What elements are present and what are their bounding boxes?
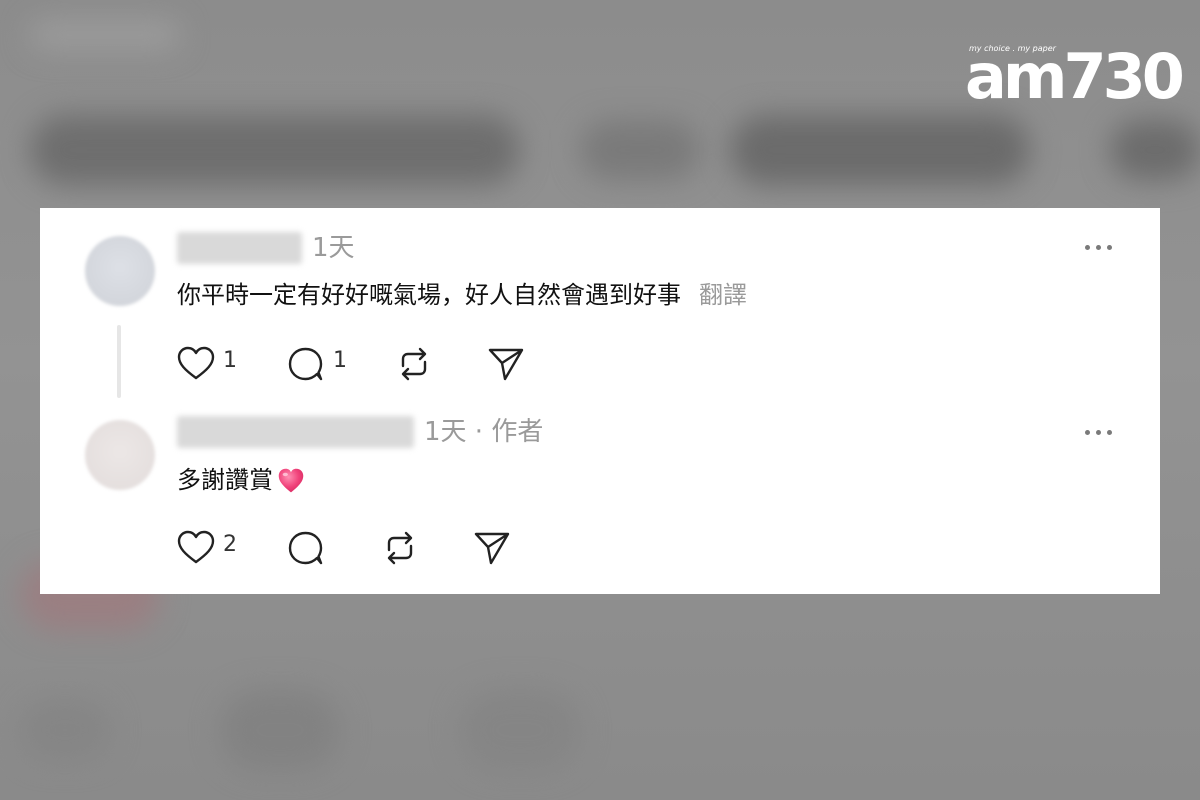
blurred-shape — [220, 690, 340, 770]
translate-link[interactable]: 翻譯 — [699, 281, 747, 309]
comment-text: 你平時一定有好好嘅氣場，好人自然會遇到好事 翻譯 — [177, 278, 747, 312]
share-icon — [488, 348, 524, 381]
blurred-shape — [460, 690, 580, 770]
comment-thread-card: 1天 你平時一定有好好嘅氣場，好人自然會遇到好事 翻譯 1 1 1天 · 作者 … — [40, 208, 1160, 594]
thread-line — [117, 325, 121, 398]
am730-logo: am730 my choice . my paper — [965, 40, 1185, 112]
share-button[interactable] — [473, 528, 513, 568]
dot-icon — [1107, 245, 1112, 250]
reply-button[interactable] — [287, 528, 327, 568]
pink-heart-emoji — [278, 468, 304, 493]
like-count: 1 — [223, 348, 237, 373]
blurred-shape — [1110, 120, 1200, 180]
blurred-shape — [580, 120, 700, 180]
comment-text: 多謝讚賞 — [177, 463, 305, 497]
comment-time: 1天 — [312, 233, 355, 263]
share-icon — [474, 532, 510, 565]
dot-icon — [1096, 245, 1101, 250]
comment-body: 你平時一定有好好嘅氣場，好人自然會遇到好事 — [177, 281, 681, 309]
reply-count: 1 — [333, 348, 347, 373]
dot-icon — [1085, 245, 1090, 250]
comment-body: 多謝讚賞 — [177, 466, 273, 494]
avatar[interactable] — [85, 236, 155, 306]
logo-tagline: my choice . my paper — [969, 44, 1056, 53]
username-blurred — [177, 232, 302, 264]
username-blurred — [177, 416, 414, 448]
like-count: 2 — [223, 532, 237, 557]
repost-button[interactable] — [395, 344, 435, 384]
comment-icon — [288, 347, 323, 381]
heart-icon — [177, 530, 215, 564]
like-button[interactable]: 2 — [177, 528, 257, 568]
blurred-shape — [730, 115, 1030, 185]
blurred-shape — [30, 115, 520, 185]
repost-icon — [401, 347, 427, 381]
repost-icon — [387, 531, 413, 565]
comment-icon — [288, 531, 323, 565]
more-options-button[interactable] — [1085, 430, 1113, 438]
reply-button[interactable]: 1 — [287, 344, 367, 384]
heart-icon — [177, 346, 215, 380]
like-button[interactable]: 1 — [177, 344, 257, 384]
share-button[interactable] — [487, 344, 527, 384]
avatar[interactable] — [85, 420, 155, 490]
dot-icon — [1107, 430, 1112, 435]
dot-icon — [1096, 430, 1101, 435]
blurred-shape — [30, 20, 180, 50]
comment-time-author: 1天 · 作者 — [424, 417, 544, 447]
blurred-shape — [20, 700, 110, 760]
more-options-button[interactable] — [1085, 245, 1113, 253]
repost-button[interactable] — [381, 528, 421, 568]
dot-icon — [1085, 430, 1090, 435]
